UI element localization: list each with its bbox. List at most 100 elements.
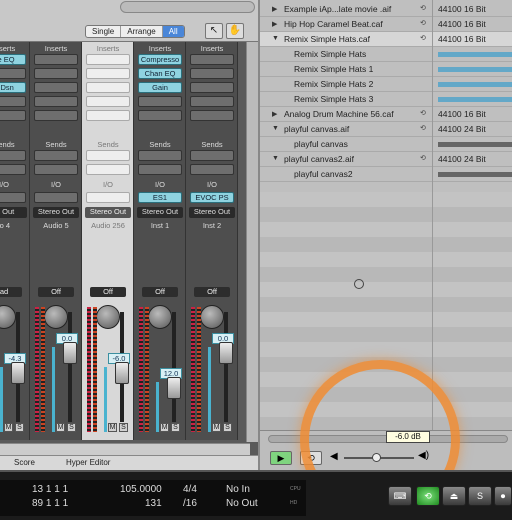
solo-button[interactable]: S	[15, 423, 24, 432]
audio-file-row[interactable]: ▼ Remix Simple Hats.caf ⟲ 44100 16 Bit	[260, 32, 512, 47]
send-slot[interactable]	[138, 150, 182, 161]
view-single-button[interactable]: Single	[86, 26, 122, 37]
pointer-tool-icon[interactable]: ↖	[205, 23, 223, 39]
disclosure-down-icon[interactable]: ▼	[272, 125, 279, 132]
send-slot[interactable]	[138, 164, 182, 175]
send-slot[interactable]	[86, 150, 130, 161]
solo-icon[interactable]: S	[468, 486, 492, 506]
group-slot[interactable]: Off	[142, 287, 178, 297]
insert-slot[interactable]	[86, 68, 130, 79]
output-slot[interactable]: ut Out	[0, 207, 27, 218]
insert-slot[interactable]	[34, 68, 78, 79]
insert-slot[interactable]	[0, 110, 26, 121]
audio-file-row[interactable]: Remix Simple Hats 1	[260, 62, 512, 77]
audio-file-row[interactable]: playful canvas2	[260, 167, 512, 182]
position-display[interactable]: 13 1 1 1	[32, 484, 68, 495]
play-icon[interactable]: ▶	[270, 451, 292, 465]
volume-fader[interactable]	[63, 342, 77, 364]
punch-icon[interactable]: ⏏	[442, 486, 466, 506]
mute-button[interactable]: M	[4, 423, 13, 432]
volume-fader[interactable]	[11, 362, 25, 384]
mute-button[interactable]: M	[160, 423, 169, 432]
insert-slot[interactable]	[190, 96, 234, 107]
send-slot[interactable]	[0, 164, 26, 175]
audio-file-row[interactable]: ▼ playful canvas.aif ⟲ 44100 24 Bit	[260, 122, 512, 137]
mixer-horizontal-scrollbar[interactable]	[0, 443, 250, 455]
insert-slot[interactable]	[86, 82, 130, 93]
insert-slot[interactable]	[138, 96, 182, 107]
disclosure-right-icon[interactable]: ▶	[272, 5, 277, 13]
mute-button[interactable]: M	[212, 423, 221, 432]
insert-slot[interactable]	[190, 110, 234, 121]
disclosure-down-icon[interactable]: ▼	[272, 35, 279, 42]
disclosure-right-icon[interactable]: ▶	[272, 110, 277, 118]
output-slot[interactable]: Stereo Out	[137, 207, 183, 218]
insert-slot[interactable]	[190, 68, 234, 79]
insert-slot[interactable]	[34, 96, 78, 107]
solo-button[interactable]: S	[119, 423, 128, 432]
volume-fader[interactable]	[219, 342, 233, 364]
insert-slot[interactable]	[190, 54, 234, 65]
send-slot[interactable]	[0, 150, 26, 161]
audio-file-row[interactable]: Remix Simple Hats 3	[260, 92, 512, 107]
solo-button[interactable]: S	[223, 423, 232, 432]
sync-icon[interactable]: ⏺	[494, 486, 512, 506]
volume-fader[interactable]	[115, 362, 129, 384]
audio-file-row[interactable]: Remix Simple Hats	[260, 47, 512, 62]
audio-file-row[interactable]: ▶ Hip Hop Caramel Beat.caf ⟲ 44100 16 Bit	[260, 17, 512, 32]
insert-slot[interactable]	[86, 110, 130, 121]
send-slot[interactable]	[34, 150, 78, 161]
insert-slot[interactable]: e Dsn	[0, 82, 26, 93]
output-slot[interactable]: Stereo Out	[189, 207, 235, 218]
input-slot[interactable]	[86, 192, 130, 203]
solo-button[interactable]: S	[171, 423, 180, 432]
pan-knob[interactable]	[0, 305, 16, 329]
insert-slot[interactable]	[0, 96, 26, 107]
insert-slot[interactable]	[34, 110, 78, 121]
view-arrange-button[interactable]: Arrange	[121, 26, 163, 37]
insert-slot[interactable]: Chan EQ	[138, 68, 182, 79]
audio-file-row[interactable]: playful canvas	[260, 137, 512, 152]
pan-knob[interactable]	[96, 305, 120, 329]
audio-file-row[interactable]: ▶ Example iAp...late movie .aif ⟲ 44100 16 …	[260, 2, 512, 17]
tempo-display[interactable]: 105.0000	[120, 484, 162, 495]
insert-slot[interactable]	[190, 82, 234, 93]
send-slot[interactable]	[34, 164, 78, 175]
view-all-button[interactable]: All	[162, 26, 184, 37]
end-position-display[interactable]: 89 1 1 1	[32, 498, 68, 509]
send-slot[interactable]	[86, 164, 130, 175]
output-slot[interactable]: Stereo Out	[33, 207, 79, 218]
pan-knob[interactable]	[44, 305, 68, 329]
column-divider[interactable]	[432, 0, 433, 430]
insert-slot[interactable]	[86, 54, 130, 65]
insert-slot[interactable]: Compresso	[138, 54, 182, 65]
gamepad-icon[interactable]: ⌨	[388, 486, 412, 506]
insert-slot[interactable]: Gain	[138, 82, 182, 93]
input-slot[interactable]: ES1	[138, 192, 182, 203]
group-slot[interactable]: Off	[90, 287, 126, 297]
tab-score[interactable]: Score	[14, 458, 35, 467]
group-slot[interactable]: Off	[194, 287, 230, 297]
insert-slot[interactable]	[86, 96, 130, 107]
mute-button[interactable]: M	[108, 423, 117, 432]
cycle-go-icon[interactable]: ⟲	[416, 486, 440, 506]
pan-knob[interactable]	[200, 305, 224, 329]
mute-button[interactable]: M	[56, 423, 65, 432]
insert-slot[interactable]: ne EQ	[0, 54, 26, 65]
insert-slot[interactable]	[0, 68, 26, 79]
solo-button[interactable]: S	[67, 423, 76, 432]
pan-knob[interactable]	[148, 305, 172, 329]
disclosure-right-icon[interactable]: ▶	[272, 20, 277, 28]
signature-display[interactable]: 4/4	[183, 484, 197, 495]
audio-file-row[interactable]: ▶ Analog Drum Machine 56.caf ⟲ 44100 16 Bit	[260, 107, 512, 122]
top-scrollbar[interactable]	[120, 1, 255, 13]
tab-hyper-editor[interactable]: Hyper Editor	[66, 458, 110, 467]
volume-fader[interactable]	[167, 377, 181, 399]
input-slot[interactable]: EVOC PS	[190, 192, 234, 203]
hand-tool-icon[interactable]: ✋	[226, 23, 244, 39]
insert-slot[interactable]	[34, 54, 78, 65]
group-slot[interactable]: Off	[38, 287, 74, 297]
disclosure-down-icon[interactable]: ▼	[272, 155, 279, 162]
input-slot[interactable]	[34, 192, 78, 203]
insert-slot[interactable]	[34, 82, 78, 93]
